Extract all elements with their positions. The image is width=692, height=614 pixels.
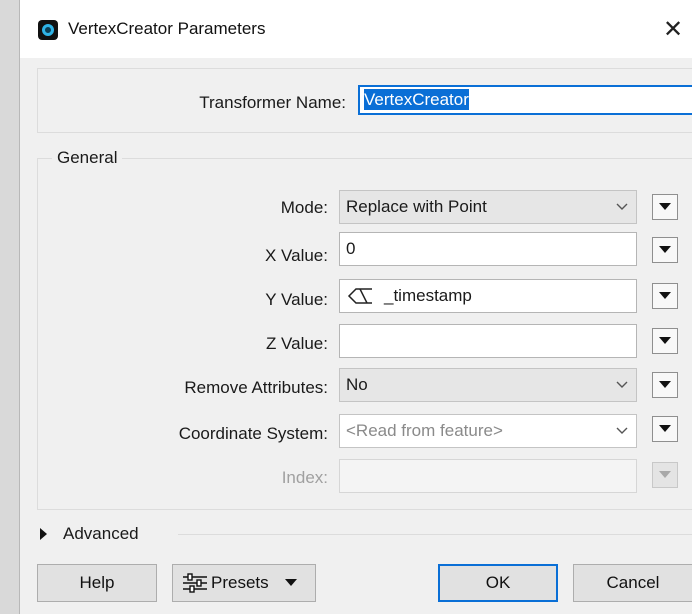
transformer-name-group: Transformer Name: VertexCreator (37, 68, 692, 133)
y-value-label: Y Value: (265, 290, 328, 309)
chevron-down-icon (616, 381, 628, 388)
y-value-text: _timestamp (384, 286, 472, 305)
index-menu-button (652, 462, 678, 488)
coordinate-system-select[interactable]: <Read from feature> (339, 414, 637, 448)
x-value-text: 0 (346, 239, 356, 258)
dialog-window: VertexCreator Parameters ✕ Transformer N… (19, 0, 692, 614)
remove-attributes-menu-button[interactable] (652, 372, 678, 398)
z-value-menu-button[interactable] (652, 328, 678, 354)
mode-menu-button[interactable] (652, 194, 678, 220)
chevron-down-icon (616, 203, 628, 210)
remove-attributes-value: No (346, 375, 368, 394)
transformer-name-input[interactable]: VertexCreator (358, 85, 692, 115)
window-title: VertexCreator Parameters (68, 19, 266, 38)
mode-value: Replace with Point (346, 197, 487, 216)
close-icon: ✕ (662, 15, 684, 43)
coordinate-system-menu-button[interactable] (652, 416, 678, 442)
transformer-name-label: Transformer Name: (199, 93, 346, 112)
remove-attributes-select[interactable]: No (339, 368, 637, 402)
sliders-icon (183, 573, 207, 593)
z-value-field[interactable] (339, 324, 637, 358)
ok-button[interactable]: OK (438, 564, 558, 602)
cancel-button[interactable]: Cancel (573, 564, 692, 602)
triangle-down-icon (284, 579, 297, 586)
mode-select[interactable]: Replace with Point (339, 190, 637, 224)
triangle-down-icon (659, 337, 671, 344)
ok-button-label: OK (485, 573, 511, 592)
triangle-right-icon (40, 528, 47, 540)
advanced-section-toggle[interactable]: Advanced (40, 524, 139, 544)
triangle-down-icon (659, 471, 671, 478)
title-bar: VertexCreator Parameters ✕ (20, 0, 692, 58)
y-value-field[interactable]: _timestamp (339, 279, 637, 313)
triangle-down-icon (659, 381, 671, 388)
close-button[interactable]: ✕ (653, 12, 692, 46)
mode-label: Mode: (280, 198, 328, 217)
advanced-divider (178, 534, 692, 535)
presets-button-label: Presets (211, 573, 269, 592)
help-button[interactable]: Help (37, 564, 157, 602)
index-field (339, 459, 637, 493)
remove-attributes-label: Remove Attributes: (184, 378, 328, 397)
presets-button[interactable]: Presets (172, 564, 316, 602)
help-button-label: Help (79, 573, 115, 592)
coordinate-system-value: <Read from feature> (346, 421, 503, 440)
index-label: Index: (281, 468, 328, 487)
triangle-down-icon (659, 425, 671, 432)
advanced-label: Advanced (63, 524, 139, 543)
x-value-label: X Value: (264, 246, 328, 265)
x-value-field[interactable]: 0 (339, 232, 637, 266)
triangle-down-icon (659, 203, 671, 210)
attribute-icon (346, 287, 374, 305)
app-icon (38, 20, 58, 40)
cancel-button-label: Cancel (606, 573, 660, 592)
triangle-down-icon (659, 246, 671, 253)
z-value-label: Z Value: (265, 334, 328, 353)
y-value-menu-button[interactable] (652, 283, 678, 309)
chevron-down-icon (616, 427, 628, 434)
x-value-menu-button[interactable] (652, 237, 678, 263)
coordinate-system-label: Coordinate System: (178, 424, 328, 443)
transformer-name-value: VertexCreator (364, 89, 469, 110)
triangle-down-icon (659, 292, 671, 299)
general-group-title: General (52, 148, 123, 168)
